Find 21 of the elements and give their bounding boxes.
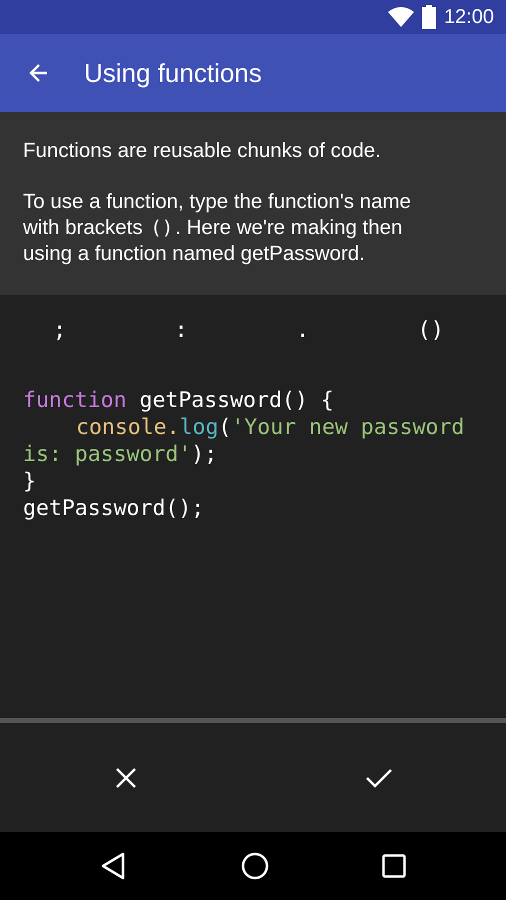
home-nav-icon[interactable] — [241, 852, 269, 880]
checkmark-icon — [366, 768, 392, 788]
battery-icon — [422, 5, 436, 29]
clock-time: 12:00 — [444, 5, 494, 30]
description-text: To use a function, type the function's name with brackets (). Here we're making then using a function named getPassword. — [23, 189, 412, 267]
symbol-key[interactable]: . — [263, 305, 384, 355]
screen-title: Using functions — [84, 56, 262, 90]
code-line: } — [23, 468, 37, 495]
symbol-key[interactable]: ; — [20, 305, 142, 355]
symbol-key[interactable]: () — [384, 305, 506, 355]
code-editor[interactable]: function getPassword() { console.log('Your new password is: password'); } getPassword(); — [0, 387, 506, 522]
back-nav-icon[interactable] — [101, 852, 125, 880]
code-line: is: password'); — [23, 441, 218, 468]
recents-nav-icon[interactable] — [382, 854, 406, 878]
description-text: Functions are reusable chunks of code. — [23, 138, 382, 164]
symbol-key[interactable]: : — [142, 305, 263, 355]
code-line: console.log('Your new password — [75, 414, 466, 441]
wifi-icon — [388, 7, 414, 27]
code-line: getPassword(); — [23, 495, 206, 522]
close-icon — [116, 768, 136, 788]
code-line: function getPassword() { — [23, 387, 335, 414]
